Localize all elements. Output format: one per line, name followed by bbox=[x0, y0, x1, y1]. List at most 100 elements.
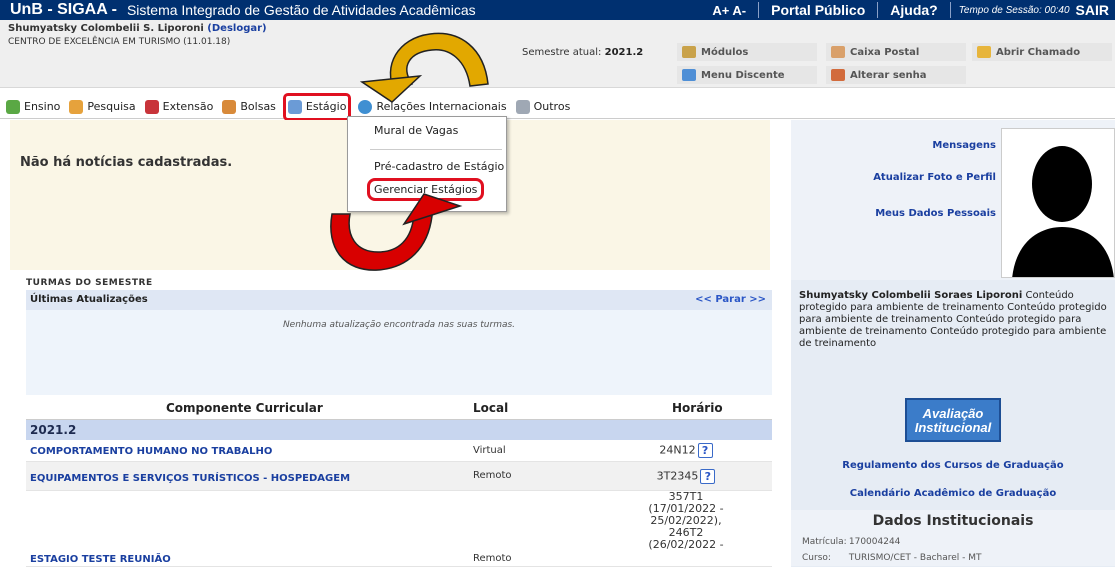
open-ticket-label: Abrir Chamado bbox=[996, 46, 1081, 58]
brand-title[interactable]: UnB - SIGAA - bbox=[0, 1, 117, 19]
menu-estagio[interactable]: Estágio bbox=[282, 92, 352, 121]
table-header: Componente Curricular Local Horário bbox=[26, 395, 772, 420]
profile-photo bbox=[1001, 128, 1115, 278]
table-row: COMPORTAMENTO HUMANO NO TRABALHO Virtual… bbox=[26, 440, 772, 462]
stop-updates-link[interactable]: << Parar >> bbox=[695, 294, 766, 305]
profile-full-name: Shumyatsky Colombelii Soraes Liporoni bbox=[799, 290, 1023, 301]
course-schedule: 3T2345? bbox=[636, 469, 736, 484]
menu-label: Bolsas bbox=[240, 100, 276, 113]
dropdown-item-gerenciar-estagios[interactable]: Gerenciar Estágios bbox=[366, 178, 485, 201]
semester-row-label: 2021.2 bbox=[30, 423, 77, 437]
help-icon[interactable]: ? bbox=[697, 443, 713, 458]
semester-label: Semestre atual: bbox=[522, 47, 602, 58]
curso-label: Curso: bbox=[802, 553, 831, 563]
pesquisa-icon bbox=[69, 99, 84, 114]
course-link[interactable]: COMPORTAMENTO HUMANO NO TRABALHO bbox=[30, 446, 272, 457]
help-icon[interactable]: ? bbox=[700, 469, 716, 484]
estagio-icon bbox=[287, 99, 302, 114]
matricula-row: Matrícula: 170004244 bbox=[802, 537, 900, 547]
current-semester: Semestre atual: 2021.2 bbox=[522, 47, 643, 58]
user-name: Shumyatsky Colombelii S. Liporoni (Deslo… bbox=[8, 23, 267, 34]
course-local: Remoto bbox=[473, 553, 512, 564]
user-name-text: Shumyatsky Colombelii S. Liporoni bbox=[8, 23, 204, 34]
estagio-dropdown: Mural de Vagas Pré-cadastro de Estágio G… bbox=[347, 116, 507, 212]
menu-ensino[interactable]: Ensino bbox=[6, 95, 60, 119]
portal-link[interactable]: Portal Público bbox=[759, 2, 877, 18]
schedule-text: 24N12 bbox=[659, 443, 696, 457]
institutional-data-title: Dados Institucionais bbox=[872, 513, 1034, 529]
graduation-rules-link[interactable]: Regulamento dos Cursos de Graduação bbox=[791, 460, 1115, 471]
ensino-icon bbox=[6, 99, 20, 114]
top-header: UnB - SIGAA - Sistema Integrado de Gestã… bbox=[0, 0, 1115, 20]
updates-title: Últimas Atualizações bbox=[30, 294, 148, 305]
dropdown-item-mural-de-vagas[interactable]: Mural de Vagas bbox=[374, 124, 458, 137]
update-photo-link[interactable]: Atualizar Foto e Perfil bbox=[821, 172, 996, 183]
modules-label: Módulos bbox=[701, 46, 749, 58]
col-horario: Horário bbox=[672, 401, 723, 415]
course-local: Virtual bbox=[473, 445, 506, 456]
extensao-icon bbox=[144, 99, 159, 114]
col-local: Local bbox=[473, 401, 509, 415]
menu-bolsas[interactable]: Bolsas bbox=[222, 95, 276, 119]
course-local: Remoto bbox=[473, 470, 512, 481]
system-name: Sistema Integrado de Gestão de Atividade… bbox=[126, 2, 476, 18]
person-silhouette-icon bbox=[1002, 129, 1114, 277]
menu-outros[interactable]: Outros bbox=[515, 95, 571, 119]
personal-data-link[interactable]: Meus Dados Pessoais bbox=[821, 208, 996, 219]
student-menu-link[interactable]: Menu Discente bbox=[677, 66, 817, 84]
badge-line: Institucional bbox=[914, 420, 992, 435]
institutional-evaluation-badge[interactable]: Avaliação Institucional bbox=[905, 398, 1001, 442]
menu-label: Outros bbox=[533, 100, 571, 113]
menu-label: Relações Internacionais bbox=[376, 100, 507, 113]
mailbox-icon bbox=[831, 46, 845, 58]
deslogar-link[interactable]: (Deslogar) bbox=[207, 23, 266, 34]
semester-row: 2021.2 bbox=[26, 420, 772, 440]
updates-panel: Últimas Atualizações << Parar >> Nenhuma… bbox=[26, 290, 772, 395]
course-link[interactable]: EQUIPAMENTOS E SERVIÇOS TURÍSTICOS - HOS… bbox=[30, 473, 350, 484]
menu-extensao[interactable]: Extensão bbox=[144, 95, 214, 119]
menu-pesquisa[interactable]: Pesquisa bbox=[69, 95, 136, 119]
curso-value: TURISMO/CET - Bacharel - MT bbox=[848, 553, 982, 563]
matricula-label: Matrícula: bbox=[802, 537, 847, 547]
header-right: A+ A- Portal Público Ajuda? Tempo de Ses… bbox=[700, 0, 1115, 20]
dropdown-item-pre-cadastro[interactable]: Pré-cadastro de Estágio bbox=[374, 160, 504, 173]
menu-label: Pesquisa bbox=[87, 100, 136, 113]
modules-icon bbox=[682, 46, 696, 58]
curso-row: Curso: TURISMO/CET - Bacharel - MT bbox=[802, 553, 982, 563]
modules-link[interactable]: Módulos bbox=[677, 43, 817, 61]
menu-label: Ensino bbox=[24, 100, 61, 113]
outros-icon bbox=[515, 99, 530, 114]
badge-line: Avaliação bbox=[922, 406, 984, 421]
menu-label: Estágio bbox=[305, 100, 347, 113]
schedule-line: (26/02/2022 - bbox=[648, 538, 724, 551]
globe-icon bbox=[358, 99, 373, 114]
password-icon bbox=[831, 69, 845, 81]
section-title: TURMAS DO SEMESTRE bbox=[26, 278, 153, 288]
ticket-icon bbox=[977, 46, 991, 58]
student-menu-label: Menu Discente bbox=[701, 69, 785, 81]
mailbox-link[interactable]: Caixa Postal bbox=[826, 43, 966, 61]
table-row: EQUIPAMENTOS E SERVIÇOS TURÍSTICOS - HOS… bbox=[26, 462, 772, 491]
bolsas-icon bbox=[222, 99, 237, 114]
matricula-value: 170004244 bbox=[848, 537, 901, 547]
schedule-text: 3T2345 bbox=[656, 469, 699, 483]
no-news-message: Não há notícias cadastradas. bbox=[20, 155, 233, 170]
course-link[interactable]: ESTAGIO TESTE REUNIÃO bbox=[30, 554, 171, 565]
menu-icon bbox=[682, 69, 696, 81]
col-componente: Componente Curricular bbox=[166, 401, 323, 415]
table-row: ESTAGIO TESTE REUNIÃO Remoto 357T1 (17/0… bbox=[26, 491, 772, 567]
change-password-label: Alterar senha bbox=[850, 69, 927, 81]
logout-link[interactable]: SAIR bbox=[1076, 2, 1115, 18]
messages-link[interactable]: Mensagens bbox=[851, 140, 996, 151]
academic-calendar-link[interactable]: Calendário Acadêmico de Graduação bbox=[791, 488, 1115, 499]
session-timer: Tempo de Sessão: 00:40 bbox=[958, 4, 1070, 16]
menu-relacoes-internacionais[interactable]: Relações Internacionais bbox=[358, 95, 507, 119]
semester-value: 2021.2 bbox=[604, 47, 644, 58]
change-password-link[interactable]: Alterar senha bbox=[826, 66, 966, 84]
course-schedule: 357T1 (17/01/2022 - 25/02/2022), 246T2 (… bbox=[636, 491, 736, 551]
font-size-controls[interactable]: A+ A- bbox=[700, 3, 758, 18]
menu-label: Extensão bbox=[162, 100, 214, 113]
open-ticket-link[interactable]: Abrir Chamado bbox=[972, 43, 1112, 61]
dropdown-divider bbox=[370, 149, 502, 150]
help-link[interactable]: Ajuda? bbox=[878, 2, 949, 18]
